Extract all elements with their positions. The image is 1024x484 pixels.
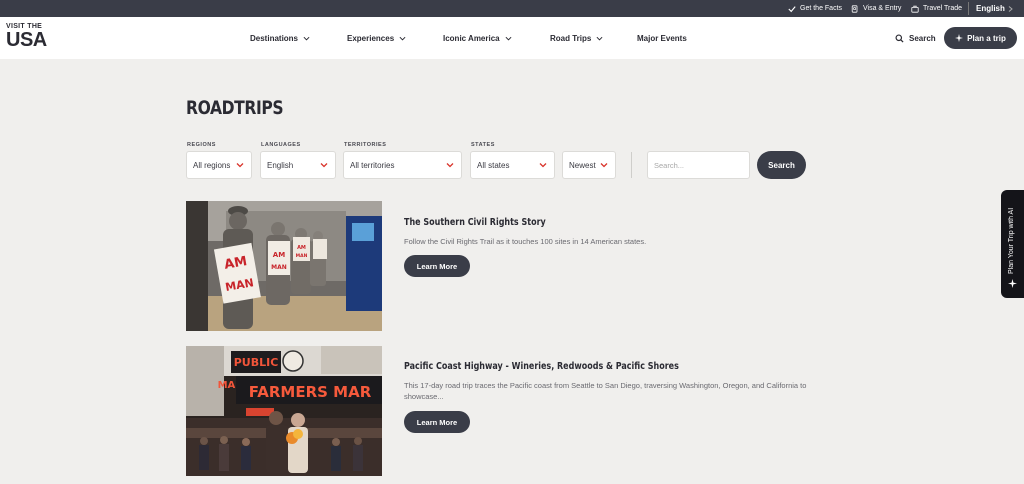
- regions-filter-label: REGIONS: [187, 142, 216, 148]
- passport-icon: [851, 4, 858, 13]
- chevron-down-icon: [600, 163, 608, 168]
- page-title: ROADTRIPS: [186, 97, 284, 119]
- nav-label: Iconic America: [443, 33, 500, 43]
- svg-text:FARMERS MAR: FARMERS MAR: [249, 383, 372, 401]
- header-search-button[interactable]: Search: [895, 17, 936, 59]
- chevron-down-icon: [236, 163, 244, 168]
- chevron-down-icon: [303, 36, 310, 40]
- languages-filter-label: LANGUAGES: [261, 142, 301, 148]
- ai-tab-label: Plan Your Trip with AI: [1008, 207, 1015, 274]
- sort-select[interactable]: Newest: [562, 151, 616, 179]
- checkmark-icon: [788, 5, 796, 12]
- search-icon: [895, 33, 904, 43]
- learn-more-button[interactable]: Learn More: [404, 255, 470, 277]
- nav-label: Major Events: [637, 33, 687, 43]
- civil-rights-image[interactable]: AM MAN AM MAN AM MAN: [186, 201, 382, 331]
- languages-select[interactable]: English: [260, 151, 336, 179]
- filter-divider: [631, 152, 632, 178]
- card-title[interactable]: Pacific Coast Highway - Wineries, Redwoo…: [404, 361, 679, 372]
- logo-bottom-text: USA: [6, 29, 47, 51]
- nav-label: Destinations: [250, 33, 299, 43]
- chevron-right-icon: [1008, 5, 1013, 12]
- plan-a-trip-label: Plan a trip: [967, 33, 1006, 43]
- plan-trip-ai-tab[interactable]: Plan Your Trip with AI: [1001, 190, 1024, 298]
- nav-experiences[interactable]: Experiences: [347, 17, 406, 59]
- territories-select-value: All territories: [350, 160, 395, 170]
- chevron-down-icon: [320, 163, 328, 168]
- svg-text:AM: AM: [273, 251, 285, 259]
- languages-select-value: English: [267, 160, 294, 170]
- nav-destinations[interactable]: Destinations: [250, 17, 310, 59]
- regions-select[interactable]: All regions: [186, 151, 252, 179]
- card-description: Follow the Civil Rights Trail as it touc…: [404, 237, 647, 246]
- chevron-down-icon: [505, 36, 512, 40]
- sort-select-value: Newest: [569, 160, 596, 170]
- chevron-down-icon: [539, 163, 547, 168]
- nav-label: Road Trips: [550, 33, 592, 43]
- header-search-label: Search: [909, 33, 936, 43]
- pacific-coast-image[interactable]: PUBLIC MARKET FARMERS MAR: [186, 346, 382, 476]
- roadtrip-search-button[interactable]: Search: [757, 151, 806, 179]
- states-select-value: All states: [477, 160, 510, 170]
- chevron-down-icon: [399, 36, 406, 40]
- nav-iconic-america[interactable]: Iconic America: [443, 17, 512, 59]
- regions-select-value: All regions: [193, 160, 231, 170]
- card-description: This 17-day road trip traces the Pacific…: [404, 381, 807, 401]
- farmers-market-photo: PUBLIC MARKET FARMERS MAR: [186, 346, 382, 476]
- states-select[interactable]: All states: [470, 151, 555, 179]
- get-the-facts-link[interactable]: Get the Facts: [788, 0, 842, 17]
- nav-major-events[interactable]: Major Events: [637, 17, 687, 59]
- travel-trade-link[interactable]: Travel Trade: [911, 0, 962, 17]
- roadtrip-search-input[interactable]: [647, 151, 750, 179]
- learn-more-button[interactable]: Learn More: [404, 411, 470, 433]
- language-label: English: [976, 4, 1005, 13]
- language-selector[interactable]: English: [976, 0, 1013, 17]
- nav-label: Experiences: [347, 33, 395, 43]
- states-filter-label: STATES: [471, 142, 495, 148]
- visa-entry-label: Visa & Entry: [863, 5, 902, 12]
- utility-bar: Get the Facts Visa & Entry Travel Trade …: [0, 0, 1024, 17]
- sparkle-icon: [955, 34, 964, 42]
- svg-text:MAN: MAN: [271, 264, 287, 271]
- chevron-down-icon: [446, 163, 454, 168]
- nav-road-trips[interactable]: Road Trips: [550, 17, 603, 59]
- territories-filter-label: TERRITORIES: [344, 142, 387, 148]
- civil-rights-photo: AM MAN AM MAN AM MAN: [186, 201, 382, 331]
- plan-a-trip-button[interactable]: Plan a trip: [944, 27, 1017, 49]
- get-the-facts-label: Get the Facts: [800, 5, 843, 12]
- sparkle-icon: [1008, 279, 1017, 288]
- chevron-down-icon: [596, 36, 603, 40]
- visa-entry-link[interactable]: Visa & Entry: [851, 0, 901, 17]
- card-title[interactable]: The Southern Civil Rights Story: [404, 217, 546, 228]
- svg-text:MAN: MAN: [296, 253, 308, 259]
- territories-select[interactable]: All territories: [343, 151, 462, 179]
- briefcase-icon: [911, 5, 919, 13]
- main-header: VISIT THE USA Destinations Experiences I…: [0, 17, 1024, 59]
- svg-text:PUBLIC: PUBLIC: [234, 356, 279, 369]
- visit-the-usa-logo[interactable]: VISIT THE USA: [6, 23, 56, 53]
- utility-divider: [968, 2, 969, 15]
- travel-trade-label: Travel Trade: [923, 5, 963, 12]
- svg-text:AM: AM: [297, 245, 306, 251]
